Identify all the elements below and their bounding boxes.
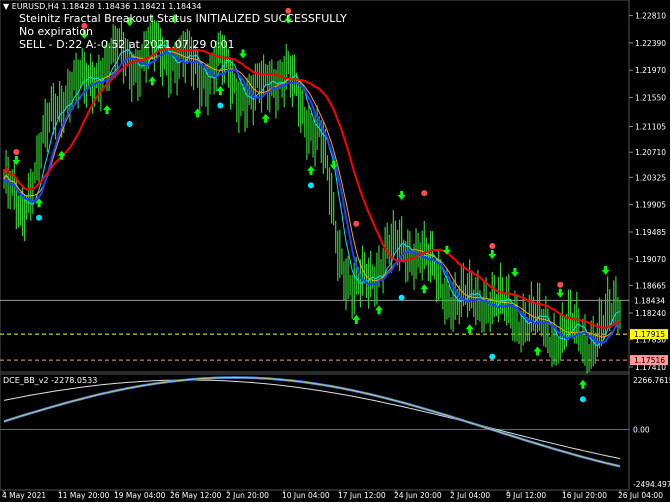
time-axis: 4 May 2021 11 May 20:00 19 May 04:00 26 May… xyxy=(2,490,663,500)
buy-arrow-icon xyxy=(216,85,225,95)
price-tick-label: 1.18240 xyxy=(635,309,666,318)
buy-arrow-icon xyxy=(148,76,157,86)
buy-arrow-icon xyxy=(261,113,270,123)
fractal-bottom-icon xyxy=(307,182,314,189)
time-tick-label: 10 Jun 04:00 xyxy=(282,491,330,500)
fractal-top-icon xyxy=(489,242,496,249)
price-tick-label: 1.21550 xyxy=(635,94,666,103)
price-tick-label: 1.19070 xyxy=(635,255,666,264)
time-tick-label: 19 May 04:00 xyxy=(114,491,166,500)
indicator-series xyxy=(0,376,629,468)
time-tick-label: 4 May 2021 xyxy=(2,491,46,500)
buy-arrow-icon xyxy=(397,191,406,201)
price-tick-label: 1.22390 xyxy=(635,39,666,48)
buy-arrow-icon xyxy=(533,346,542,356)
symbol-header: ▼ EURUSD,H4 1.18428 1.18436 1.18421 1.18… xyxy=(3,2,201,11)
time-tick-label: 11 May 20:00 xyxy=(58,491,110,500)
indicator-tick-label: 2266.7615 xyxy=(633,376,670,385)
price-tick-label: 1.19905 xyxy=(635,201,666,210)
time-tick-label: 2 Jun 20:00 xyxy=(226,491,269,500)
price-tick-label: 1.21105 xyxy=(635,123,666,132)
buy-arrow-icon xyxy=(306,165,315,175)
price-tick-label: 1.20325 xyxy=(635,173,666,182)
time-tick-label: 16 Jul 20:00 xyxy=(562,491,607,500)
buy-arrow-icon xyxy=(193,108,202,118)
buy-arrow-icon xyxy=(578,379,587,389)
buy-arrow-icon xyxy=(238,49,247,59)
overlay-line-3: SELL - D:22 A:-0.52 at 2021.07.29 0:01 xyxy=(19,38,235,51)
price-tick-label: 1.19485 xyxy=(635,228,666,237)
time-tick-label: 26 May 12:00 xyxy=(170,491,222,500)
main-series xyxy=(0,7,629,403)
indicator-tick-label: -2494.4975 xyxy=(633,480,670,489)
indicator-frame xyxy=(0,373,630,491)
price-axis: 1.22810 1.22390 1.21970 1.21550 1.21105 1.207… xyxy=(629,12,670,489)
header-text: EURUSD,H4 1.18428 1.18436 1.18421 1.1843… xyxy=(11,2,202,11)
ma-blue xyxy=(3,50,621,344)
buy-arrow-icon xyxy=(601,265,610,275)
fractal-bottom-icon xyxy=(36,214,43,221)
fractal-bottom-icon xyxy=(489,353,496,360)
time-tick-label: 9 Jul 12:00 xyxy=(506,491,546,500)
price-tick-label: 1.22810 xyxy=(635,12,666,21)
fractal-bottom-icon xyxy=(398,294,405,301)
buy-arrow-icon xyxy=(12,155,21,165)
price-tick-label: 1.18665 xyxy=(635,281,666,290)
fractal-top-icon xyxy=(13,148,20,155)
main-chart-frame xyxy=(0,0,630,373)
buy-arrow-icon xyxy=(420,284,429,294)
fractal-top-icon xyxy=(421,190,428,197)
buy-arrow-icon xyxy=(352,314,361,324)
symbol-triangle-icon: ▼ xyxy=(3,2,10,11)
signal-arrows xyxy=(12,7,610,403)
buy-arrow-icon xyxy=(556,288,565,298)
indicator-tick-label: 0.00 xyxy=(633,426,650,435)
ma-orange xyxy=(3,51,621,338)
buy-arrow-icon xyxy=(103,104,112,114)
overlay-line-2: No expiration xyxy=(19,25,93,38)
fractal-bottom-icon xyxy=(217,102,224,109)
buy-arrow-icon xyxy=(488,249,497,259)
indicator-gold-line xyxy=(3,377,621,467)
price-tick-label: 1.20710 xyxy=(635,148,666,157)
entry-price-label: 1.17915 xyxy=(634,330,665,339)
chart-canvas[interactable]: 1.22810 1.22390 1.21970 1.21550 1.21105 1.207… xyxy=(0,0,670,502)
time-tick-label: 24 Jun 20:00 xyxy=(394,491,442,500)
indicator-label: DCE_BB_v2 -2278.0533 xyxy=(3,376,98,385)
fractal-bottom-icon xyxy=(126,121,133,128)
bid-price-label: 1.18434 xyxy=(634,296,665,305)
indicator-signal-line xyxy=(3,379,621,460)
fractal-top-icon xyxy=(557,281,564,288)
price-tick-label: 1.21970 xyxy=(635,66,666,75)
time-tick-label: 17 Jun 12:00 xyxy=(338,491,386,500)
overlay-line-1: Steinitz Fractal Breakout Status INITIAL… xyxy=(19,12,347,25)
time-tick-label: 26 Jul 04:00 xyxy=(618,491,663,500)
fractal-bottom-icon xyxy=(579,396,586,403)
time-tick-label: 2 Jul 04:00 xyxy=(450,491,490,500)
fractal-top-icon xyxy=(353,220,360,227)
buy-arrow-icon xyxy=(465,324,474,334)
buy-arrow-icon xyxy=(374,305,383,315)
indicator-main-line xyxy=(3,376,621,468)
stop-price-label: 1.17516 xyxy=(634,356,665,365)
buy-arrow-icon xyxy=(510,268,519,278)
